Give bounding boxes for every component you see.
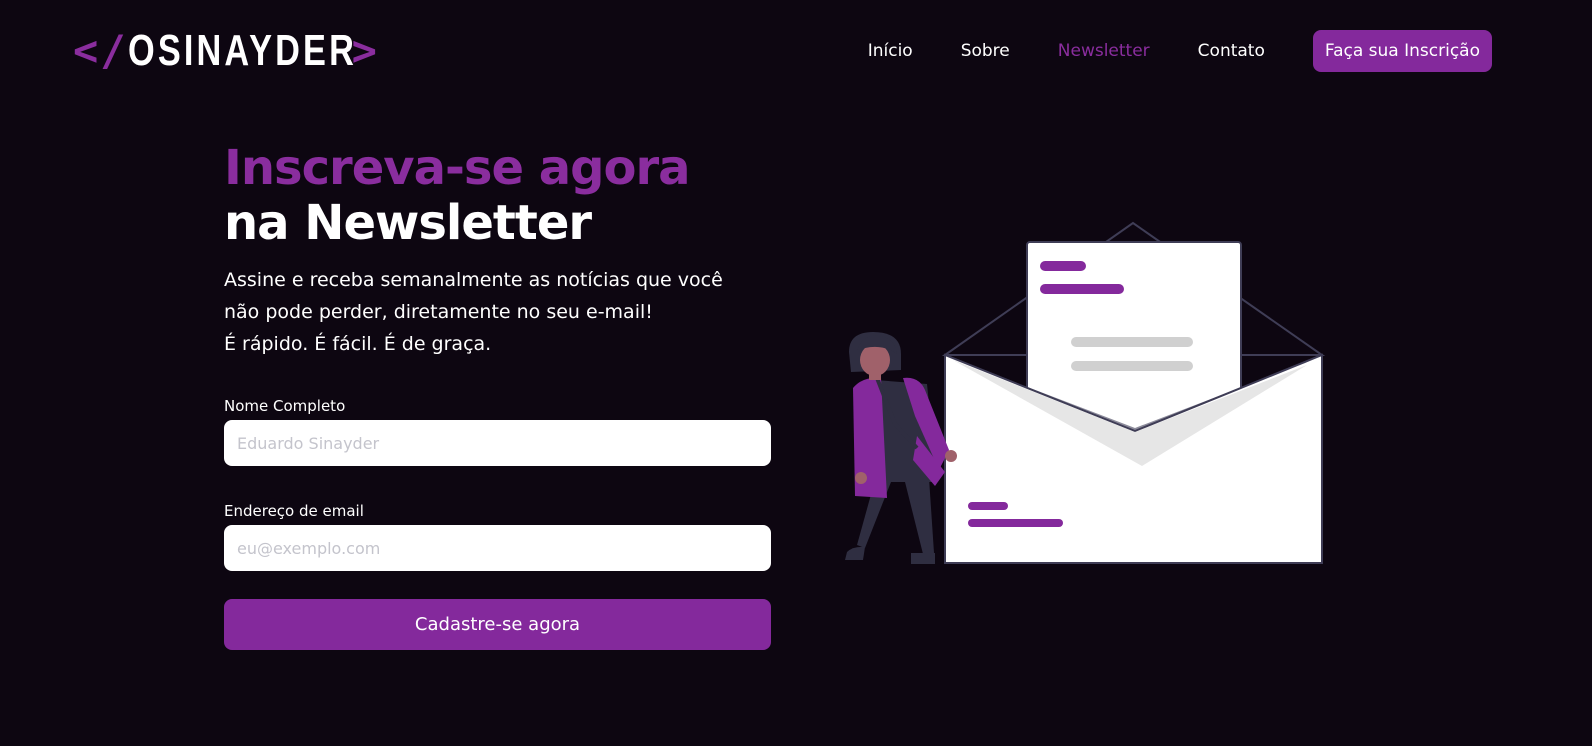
newsletter-page: </ OSINAYDER > Início Sobre Newsletter C…: [0, 0, 1592, 746]
nav-link-sobre[interactable]: Sobre: [961, 41, 1010, 61]
hero-description-line-2: não pode perder, diretamente no seu e-ma…: [224, 301, 653, 323]
logo-open-bracket: </: [73, 26, 128, 75]
nav-link-inicio[interactable]: Início: [868, 41, 913, 61]
nav-link-contato[interactable]: Contato: [1198, 41, 1265, 61]
main-nav: Início Sobre Newsletter Contato Faça sua…: [820, 30, 1492, 72]
logo-name: OSINAYDER: [127, 26, 357, 75]
newsletter-form: Nome Completo Endereço de email Cadastre…: [224, 396, 771, 650]
hero-description-line-1: Assine e receba semanalmente as notícias…: [224, 269, 723, 291]
email-input[interactable]: [224, 525, 771, 571]
person-figure: [845, 332, 957, 564]
nav-link-newsletter[interactable]: Newsletter: [1058, 41, 1150, 61]
site-header: </ OSINAYDER > Início Sobre Newsletter C…: [0, 0, 1592, 104]
hero-title-line-2: na Newsletter: [224, 195, 592, 251]
hero-description: Assine e receba semanalmente as notícias…: [224, 264, 784, 360]
envelope-line-accent-2: [968, 519, 1063, 527]
hero-description-line-3: É rápido. É fácil. É de graça.: [224, 333, 492, 355]
letter-line-accent-2: [1040, 284, 1124, 294]
name-input[interactable]: [224, 420, 771, 466]
name-field-label: Nome Completo: [224, 397, 346, 415]
letter-line-accent-1: [1040, 261, 1086, 271]
hero-title-line-1: Inscreva-se agora: [224, 140, 691, 196]
email-field-label: Endereço de email: [224, 502, 364, 520]
site-logo[interactable]: </ OSINAYDER >: [73, 28, 379, 74]
letter-line-gray-1: [1071, 337, 1193, 347]
signup-cta-button[interactable]: Faça sua Inscrição: [1312, 30, 1492, 72]
submit-button[interactable]: Cadastre-se agora: [224, 599, 771, 650]
letter-line-gray-2: [1071, 361, 1193, 371]
hero-title: Inscreva-se agora na Newsletter: [224, 140, 691, 251]
envelope-line-accent-1: [968, 502, 1008, 510]
newsletter-envelope-illustration-icon: [845, 221, 1326, 564]
